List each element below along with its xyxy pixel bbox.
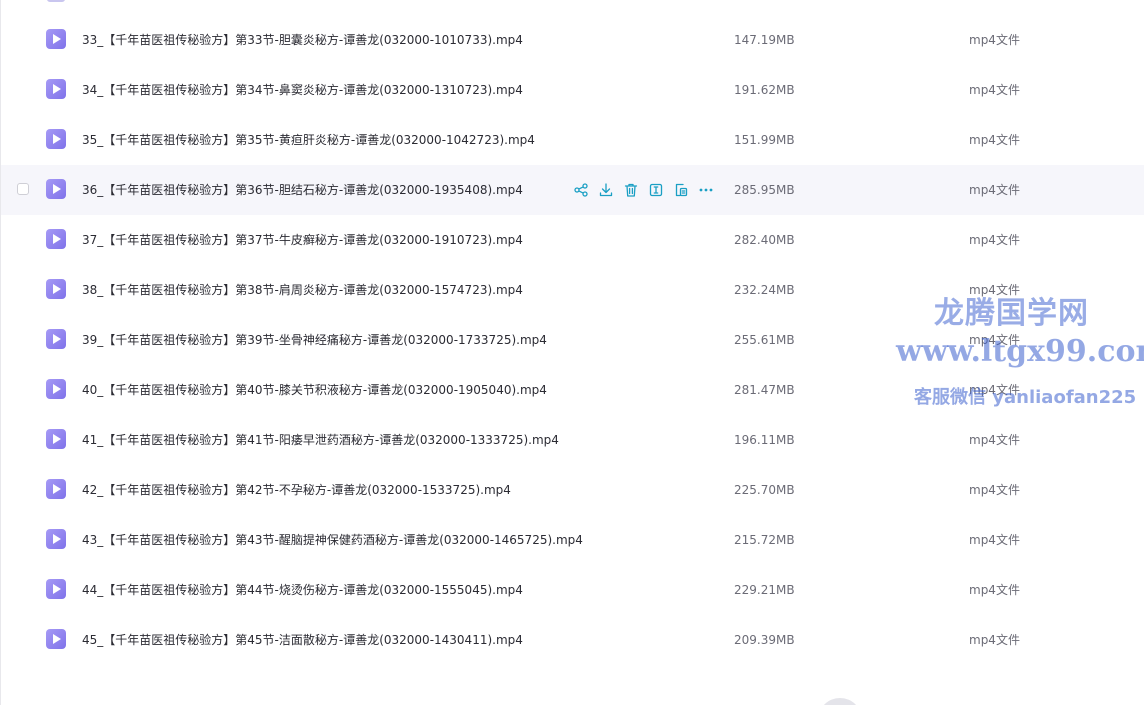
share-icon[interactable] (573, 182, 589, 198)
file-size: 151.99MB (734, 133, 795, 147)
file-row[interactable]: 39_【千年苗医祖传秘验方】第39节-坐骨神经痛秘方-谭善龙(032000-17… (1, 315, 1144, 365)
row-actions (573, 182, 714, 198)
file-size: 229.21MB (734, 583, 795, 597)
file-type: mp4文件 (969, 133, 1020, 147)
file-browser: 33_【千年苗医祖传秘验方】第33节-胆囊炎秘方-谭善龙(032000-1010… (0, 0, 1144, 705)
file-size: 215.72MB (734, 533, 795, 547)
video-file-icon (46, 79, 66, 99)
file-name[interactable]: 38_【千年苗医祖传秘验方】第38节-肩周炎秘方-谭善龙(032000-1574… (82, 265, 523, 315)
file-name[interactable]: 36_【千年苗医祖传秘验方】第36节-胆结石秘方-谭善龙(032000-1935… (82, 165, 523, 215)
rename-icon[interactable] (648, 182, 664, 198)
file-type: mp4文件 (969, 33, 1020, 47)
video-file-icon (46, 229, 66, 249)
file-name[interactable]: 33_【千年苗医祖传秘验方】第33节-胆囊炎秘方-谭善龙(032000-1010… (82, 15, 523, 65)
file-name[interactable]: 42_【千年苗医祖传秘验方】第42节-不孕秘方-谭善龙(032000-15337… (82, 465, 511, 515)
file-size: 147.19MB (734, 33, 795, 47)
video-file-icon (46, 29, 66, 49)
file-name[interactable]: 40_【千年苗医祖传秘验方】第40节-膝关节积液秘方-谭善龙(032000-19… (82, 365, 547, 415)
video-file-icon (46, 279, 66, 299)
file-row[interactable]: 37_【千年苗医祖传秘验方】第37节-牛皮癣秘方-谭善龙(032000-1910… (1, 215, 1144, 265)
download-icon[interactable] (598, 182, 614, 198)
video-file-icon (47, 0, 65, 2)
file-name[interactable]: 45_【千年苗医祖传秘验方】第45节-洁面散秘方-谭善龙(032000-1430… (82, 615, 523, 665)
file-type: mp4文件 (969, 383, 1020, 397)
file-size: 282.40MB (734, 233, 795, 247)
file-row-hovered[interactable]: 36_【千年苗医祖传秘验方】第36节-胆结石秘方-谭善龙(032000-1935… (1, 165, 1144, 215)
more-icon[interactable] (698, 182, 714, 198)
file-size: 281.47MB (734, 383, 795, 397)
file-size: 196.11MB (734, 433, 795, 447)
video-file-icon (46, 329, 66, 349)
file-type: mp4文件 (969, 483, 1020, 497)
file-row[interactable]: 43_【千年苗医祖传秘验方】第43节-醒脑提神保健药酒秘方-谭善龙(032000… (1, 515, 1144, 565)
file-size: 225.70MB (734, 483, 795, 497)
video-file-icon (46, 179, 66, 199)
copy-icon[interactable] (673, 182, 689, 198)
video-file-icon (46, 529, 66, 549)
file-type: mp4文件 (969, 183, 1020, 197)
floating-button-edge[interactable] (818, 698, 862, 705)
file-list: 33_【千年苗医祖传秘验方】第33节-胆囊炎秘方-谭善龙(032000-1010… (1, 15, 1144, 665)
file-row[interactable]: 44_【千年苗医祖传秘验方】第44节-烧烫伤秘方-谭善龙(032000-1555… (1, 565, 1144, 615)
file-type: mp4文件 (969, 283, 1020, 297)
delete-icon[interactable] (623, 182, 639, 198)
file-row[interactable]: 35_【千年苗医祖传秘验方】第35节-黄疸肝炎秘方-谭善龙(032000-104… (1, 115, 1144, 165)
file-row[interactable]: 33_【千年苗医祖传秘验方】第33节-胆囊炎秘方-谭善龙(032000-1010… (1, 15, 1144, 65)
file-row[interactable]: 45_【千年苗医祖传秘验方】第45节-洁面散秘方-谭善龙(032000-1430… (1, 615, 1144, 665)
file-type: mp4文件 (969, 433, 1020, 447)
file-row[interactable]: 38_【千年苗医祖传秘验方】第38节-肩周炎秘方-谭善龙(032000-1574… (1, 265, 1144, 315)
video-file-icon (46, 379, 66, 399)
file-type: mp4文件 (969, 83, 1020, 97)
file-name[interactable]: 41_【千年苗医祖传秘验方】第41节-阳痿早泄药酒秘方-谭善龙(032000-1… (82, 415, 559, 465)
file-size: 209.39MB (734, 633, 795, 647)
video-file-icon (46, 629, 66, 649)
file-type: mp4文件 (969, 533, 1020, 547)
file-type: mp4文件 (969, 333, 1020, 347)
video-file-icon (46, 129, 66, 149)
file-name[interactable]: 37_【千年苗医祖传秘验方】第37节-牛皮癣秘方-谭善龙(032000-1910… (82, 215, 523, 265)
file-name[interactable]: 34_【千年苗医祖传秘验方】第34节-鼻窦炎秘方-谭善龙(032000-1310… (82, 65, 523, 115)
file-size: 255.61MB (734, 333, 795, 347)
file-row[interactable]: 41_【千年苗医祖传秘验方】第41节-阳痿早泄药酒秘方-谭善龙(032000-1… (1, 415, 1144, 465)
video-file-icon (46, 479, 66, 499)
file-type: mp4文件 (969, 633, 1020, 647)
file-type: mp4文件 (969, 233, 1020, 247)
file-type: mp4文件 (969, 583, 1020, 597)
video-file-icon (46, 429, 66, 449)
file-name[interactable]: 39_【千年苗医祖传秘验方】第39节-坐骨神经痛秘方-谭善龙(032000-17… (82, 315, 547, 365)
video-file-icon (46, 579, 66, 599)
file-row[interactable]: 34_【千年苗医祖传秘验方】第34节-鼻窦炎秘方-谭善龙(032000-1310… (1, 65, 1144, 115)
file-row[interactable]: 40_【千年苗医祖传秘验方】第40节-膝关节积液秘方-谭善龙(032000-19… (1, 365, 1144, 415)
row-checkbox[interactable] (17, 183, 29, 195)
file-name[interactable]: 35_【千年苗医祖传秘验方】第35节-黄疸肝炎秘方-谭善龙(032000-104… (82, 115, 535, 165)
file-name[interactable]: 43_【千年苗医祖传秘验方】第43节-醒脑提神保健药酒秘方-谭善龙(032000… (82, 515, 583, 565)
file-size: 191.62MB (734, 83, 795, 97)
file-size: 232.24MB (734, 283, 795, 297)
file-name[interactable]: 44_【千年苗医祖传秘验方】第44节-烧烫伤秘方-谭善龙(032000-1555… (82, 565, 523, 615)
file-row[interactable]: 42_【千年苗医祖传秘验方】第42节-不孕秘方-谭善龙(032000-15337… (1, 465, 1144, 515)
file-size: 285.95MB (734, 183, 795, 197)
